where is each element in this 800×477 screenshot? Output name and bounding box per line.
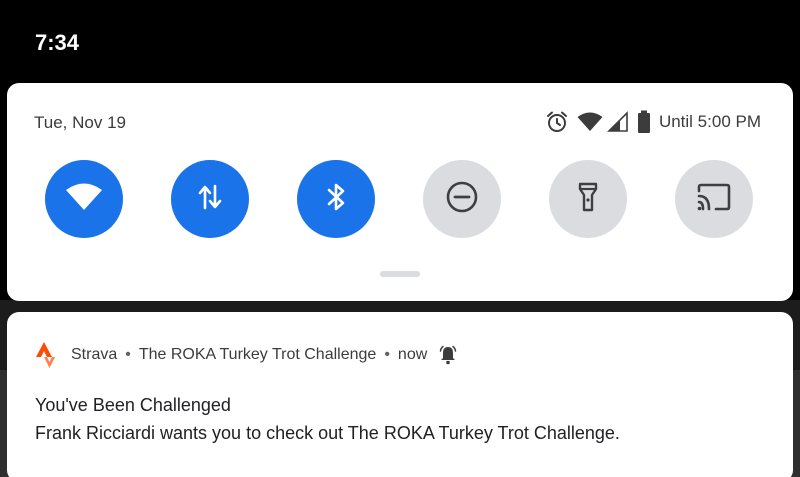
tile-wifi[interactable]	[45, 160, 123, 238]
notification-header: Strava • The ROKA Turkey Trot Challenge …	[35, 340, 457, 370]
notification-title: You've Been Challenged	[35, 395, 231, 415]
drag-handle[interactable]	[380, 271, 420, 277]
app-name: Strava	[71, 346, 118, 363]
status-icons: Until 5:00 PM	[537, 109, 761, 135]
notification-body: Frank Ricciardi wants you to check out T…	[35, 423, 620, 443]
dnd-icon	[445, 180, 479, 219]
separator: •	[125, 346, 131, 363]
alarm-icon	[545, 110, 569, 134]
bluetooth-icon	[324, 181, 348, 218]
quick-settings-tiles	[45, 160, 765, 240]
tile-do-not-disturb[interactable]	[423, 160, 501, 238]
cast-icon	[696, 182, 732, 217]
flashlight-icon	[577, 181, 599, 218]
cell-signal-icon	[607, 111, 629, 133]
notification-channel: The ROKA Turkey Trot Challenge	[138, 346, 377, 363]
screen: 7:34 Tue, Nov 19 Until 5:00 PM Strava • …	[0, 0, 800, 477]
quick-settings-panel: Tue, Nov 19 Until 5:00 PM	[7, 83, 793, 301]
bell-icon	[439, 345, 457, 365]
tile-bluetooth[interactable]	[297, 160, 375, 238]
notification-time: now	[397, 346, 428, 363]
tile-flashlight[interactable]	[549, 160, 627, 238]
separator: •	[384, 346, 390, 363]
date-label[interactable]: Tue, Nov 19	[34, 113, 126, 133]
status-bar: 7:34	[0, 0, 800, 82]
tile-mobile-data[interactable]	[171, 160, 249, 238]
tile-cast[interactable]	[675, 160, 753, 238]
wifi-signal-icon	[577, 111, 603, 133]
wifi-icon	[65, 182, 103, 217]
data-arrows-icon	[196, 182, 224, 217]
notification-card[interactable]: Strava • The ROKA Turkey Trot Challenge …	[7, 312, 793, 477]
strava-logo-icon	[35, 342, 57, 368]
battery-icon	[637, 110, 651, 134]
clock: 7:34	[35, 30, 80, 55]
battery-label: Until 5:00 PM	[658, 112, 761, 131]
